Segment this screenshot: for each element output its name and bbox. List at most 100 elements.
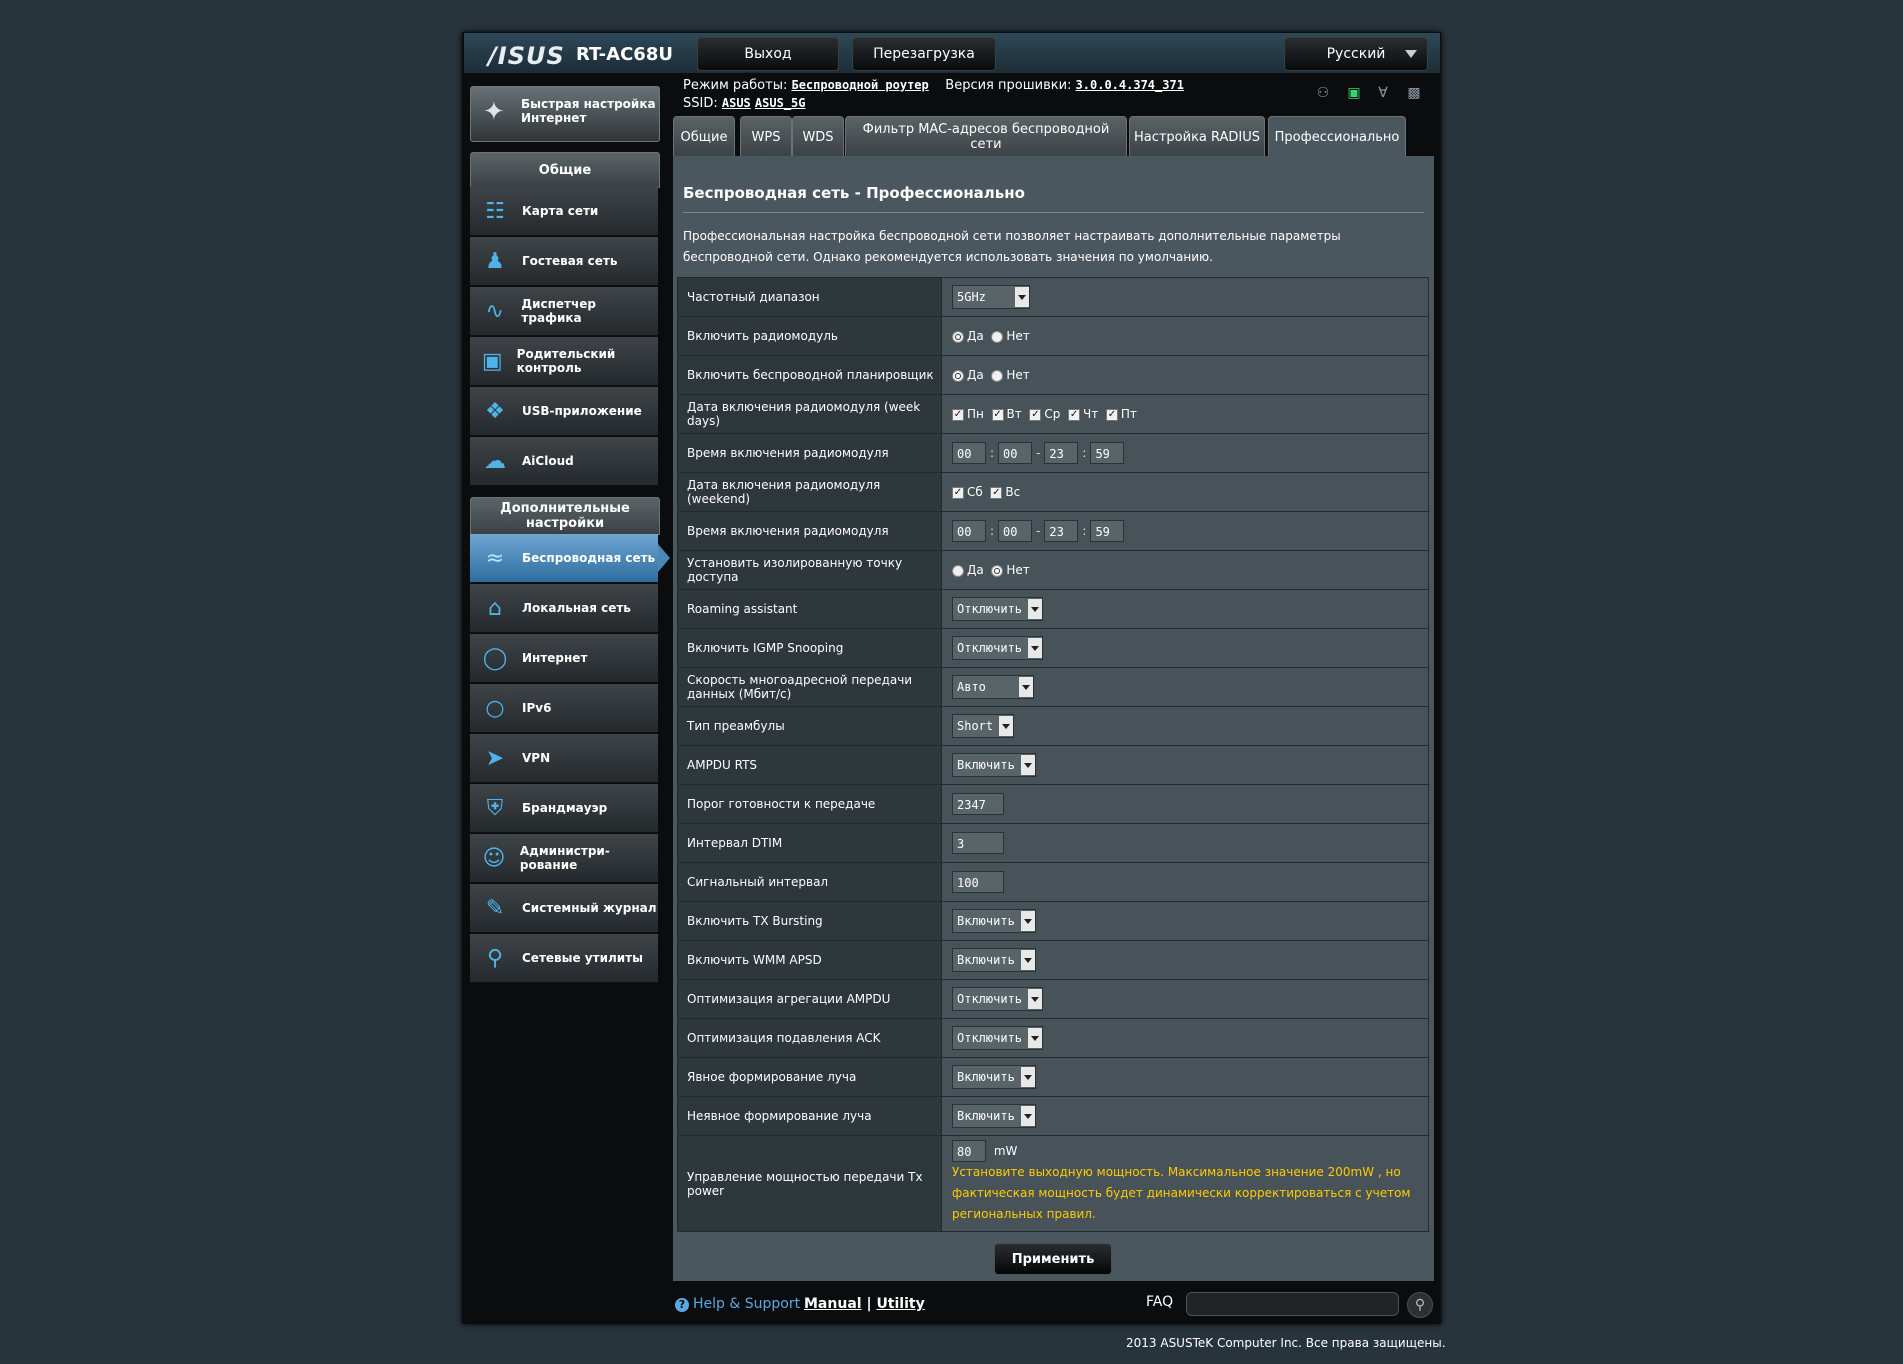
isolation-no[interactable] [991, 564, 1004, 577]
scheduler-no[interactable] [991, 369, 1004, 382]
traffic-manager-icon: ∿ [485, 298, 504, 324]
reboot-button[interactable]: Перезагрузка [852, 37, 996, 71]
table-row: Тип преамбулы Short [677, 706, 1429, 746]
band-select[interactable]: 5GHz [952, 285, 1030, 309]
language-select[interactable]: Русский [1284, 37, 1428, 71]
table-row: Неявное формирование луча Включить [677, 1096, 1429, 1136]
weekend-start-minute[interactable]: 00 [998, 520, 1033, 542]
dtim-input[interactable]: 3 [952, 832, 1004, 854]
weekday-end-minute[interactable]: 59 [1090, 442, 1125, 464]
tx-bursting-select[interactable]: Включить [952, 909, 1036, 933]
status-line-1: Режим работы: Беспроводной роутер Версия… [683, 78, 1184, 93]
tab-wps[interactable]: WPS [740, 116, 792, 157]
system-log-icon: ✎ [485, 895, 505, 921]
guest-network-icon: ♟ [485, 248, 505, 274]
faq-search-input[interactable] [1186, 1292, 1399, 1316]
sidebar-item-firewall[interactable]: ⛨ Брандмауэр [470, 784, 658, 833]
ack-opt-label: Оптимизация подавления ACK [677, 1018, 942, 1058]
manual-link[interactable]: Manual [804, 1296, 862, 1312]
sidebar-item-usb-app[interactable]: ❖ USB-приложение [470, 387, 658, 436]
chevron-down-icon [1028, 599, 1043, 619]
tab-mac-filter[interactable]: Фильтр MAC-адресов беспроводной сети [845, 116, 1127, 157]
internet-status-icon[interactable]: ▣ [1345, 85, 1363, 101]
sidebar-item-lan[interactable]: ⌂ Локальная сеть [470, 584, 658, 633]
sidebar-item-network-tools[interactable]: ⚲ Сетевые утилиты [470, 934, 658, 983]
radio-yes[interactable] [952, 330, 964, 343]
explicit-bf-select[interactable]: Включить [952, 1065, 1036, 1089]
checkbox-fri[interactable]: ✓ [1105, 408, 1118, 421]
tab-professional[interactable]: Профессионально [1268, 116, 1406, 157]
ampdu-rts-select[interactable]: Включить [952, 753, 1036, 777]
chevron-down-icon [1405, 50, 1417, 58]
scheduler-yes[interactable] [952, 369, 964, 382]
tab-radius[interactable]: Настройка RADIUS [1129, 116, 1265, 157]
weekend-time-label: Время включения радиомодуля [677, 511, 942, 551]
printer-icon[interactable]: ▩ [1405, 85, 1423, 101]
checkbox-mon[interactable]: ✓ [952, 408, 964, 421]
table-row: Дата включения радиомодуля (week days) ✓… [677, 394, 1429, 434]
sidebar-item-ipv6[interactable]: ○ IPv6 [470, 684, 658, 733]
ampdu-opt-select[interactable]: Отключить [952, 987, 1044, 1011]
quick-setup-button[interactable]: ✦ Быстрая настройка Интернет [470, 86, 660, 142]
sidebar-item-aicloud[interactable]: ☁ AiCloud [470, 437, 658, 486]
ssid-24-link[interactable]: ASUS [722, 96, 751, 110]
tx-power-input[interactable]: 80 [952, 1140, 986, 1162]
clients-icon[interactable]: ⚇ [1314, 85, 1332, 101]
igmp-select[interactable]: Отключить [952, 636, 1044, 660]
sidebar-item-system-log[interactable]: ✎ Системный журнал [470, 884, 658, 933]
roaming-select[interactable]: Отключить [952, 597, 1044, 621]
sidebar-item-network-map[interactable]: ☷ Карта сети [470, 187, 658, 236]
beacon-input[interactable]: 100 [952, 871, 1004, 893]
search-icon[interactable]: ⚲ [1407, 1292, 1433, 1318]
wmm-apsd-select[interactable]: Включить [952, 948, 1036, 972]
weekday-start-hour[interactable]: 00 [952, 442, 986, 464]
weekend-start-hour[interactable]: 00 [952, 520, 986, 542]
checkbox-sat[interactable]: ✓ [952, 486, 964, 499]
model-name: RT-AC68U [576, 44, 673, 65]
preamble-select[interactable]: Short [952, 714, 1015, 738]
table-row: Частотный диапазон 5GHz [677, 277, 1429, 317]
magic-wand-icon: ✦ [483, 97, 505, 127]
sidebar-item-internet[interactable]: ◯ Интернет [470, 634, 658, 683]
weekday-end-hour[interactable]: 23 [1044, 442, 1079, 464]
isolation-yes[interactable] [952, 564, 964, 577]
table-row: Оптимизация подавления ACK Отключить [677, 1018, 1429, 1058]
rts-threshold-input[interactable]: 2347 [952, 793, 1004, 815]
firmware-link[interactable]: 3.0.0.4.374_371 [1076, 78, 1184, 92]
weekday-start-minute[interactable]: 00 [998, 442, 1033, 464]
wmm-apsd-label: Включить WMM APSD [677, 940, 942, 980]
radio-no[interactable] [991, 330, 1004, 343]
ack-opt-select[interactable]: Отключить [952, 1026, 1044, 1050]
sidebar-item-guest-network[interactable]: ♟ Гостевая сеть [470, 237, 658, 286]
sidebar-item-parental-control[interactable]: ▣ Родительский контроль [470, 337, 658, 386]
usb-icon[interactable]: ∀ [1374, 85, 1392, 101]
weekend-end-hour[interactable]: 23 [1044, 520, 1079, 542]
table-row: Время включения радиомодуля 00:00-23:59 [677, 433, 1429, 473]
ssid-5g-link[interactable]: ASUS_5G [755, 96, 806, 110]
tab-wds[interactable]: WDS [792, 116, 844, 157]
checkbox-wed[interactable]: ✓ [1029, 408, 1042, 421]
sidebar-item-administration[interactable]: ☺ Администри-рование [470, 834, 658, 883]
logout-button[interactable]: Выход [697, 37, 839, 71]
mode-link[interactable]: Беспроводной роутер [791, 78, 928, 92]
checkbox-tue[interactable]: ✓ [991, 408, 1004, 421]
sidebar-item-vpn[interactable]: ➤ VPN [470, 734, 658, 783]
table-row: Roaming assistant Отключить [677, 589, 1429, 629]
sidebar-item-wireless[interactable]: ≈ Беспроводная сеть [470, 534, 658, 583]
igmp-label: Включить IGMP Snooping [677, 628, 942, 668]
implicit-bf-select[interactable]: Включить [952, 1104, 1036, 1128]
utility-link[interactable]: Utility [876, 1296, 924, 1312]
beacon-label: Сигнальный интервал [677, 862, 942, 902]
chevron-down-icon [1019, 677, 1033, 697]
checkbox-sun[interactable]: ✓ [990, 486, 1003, 499]
weekend-end-minute[interactable]: 59 [1090, 520, 1125, 542]
table-row: Установить изолированную точку доступа Д… [677, 550, 1429, 590]
tab-general[interactable]: Общие [673, 116, 735, 157]
sidebar-item-traffic-manager[interactable]: ∿ Диспетчер трафика [470, 287, 658, 336]
help-support-link[interactable]: ? Help & Support [675, 1296, 800, 1312]
chevron-down-icon [1020, 755, 1035, 775]
apply-button[interactable]: Применить [994, 1243, 1112, 1275]
checkbox-thu[interactable]: ✓ [1068, 408, 1081, 421]
multicast-select[interactable]: Авто [952, 675, 1034, 699]
sidebar-group-general: Общие [470, 152, 660, 188]
